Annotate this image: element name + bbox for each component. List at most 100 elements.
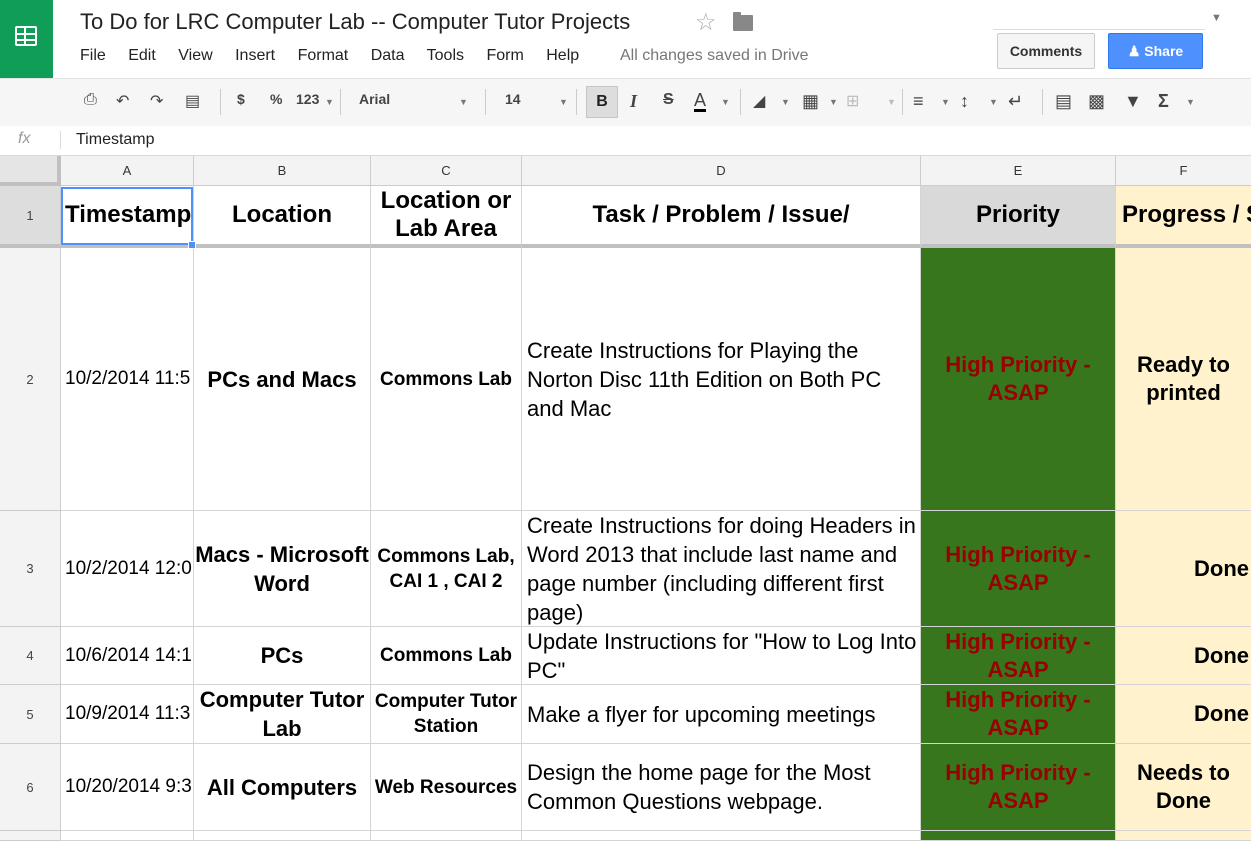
wrap-text-icon[interactable]: ↵ [1008,91,1023,112]
cell-empty[interactable] [194,831,371,841]
sheets-logo[interactable] [0,0,53,78]
header-priority[interactable]: Priority [921,186,1116,248]
italic-button[interactable]: I [630,91,637,112]
document-title[interactable]: To Do for LRC Computer Lab -- Computer T… [80,9,630,35]
more-formats-button[interactable]: 123 [296,91,319,107]
cell-area[interactable]: Commons Lab, CAI 1 , CAI 2 [371,511,522,627]
paint-format-icon[interactable]: ▤ [185,91,200,111]
row-header-7[interactable] [0,831,61,841]
row-header-3[interactable]: 3 [0,511,61,627]
cell-timestamp[interactable]: 10/2/2014 11:5 [61,248,194,511]
cell-priority[interactable]: High Priority - ASAP [921,685,1116,744]
header-progress[interactable]: Progress / S [1116,186,1251,248]
cell-location[interactable]: All Computers [194,744,371,831]
cell-progress[interactable]: Done [1116,627,1251,685]
row-header-5[interactable]: 5 [0,685,61,744]
cell-priority[interactable]: High Priority - ASAP [921,248,1116,511]
header-area[interactable]: Location or Lab Area [371,186,522,248]
cell-task[interactable]: Design the home page for the Most Common… [522,744,921,831]
cell-task[interactable]: Make a flyer for upcoming meetings [522,685,921,744]
cell-progress[interactable]: Done [1116,511,1251,627]
cell-priority[interactable]: High Priority - ASAP [921,627,1116,685]
cell-location[interactable]: PCs and Macs [194,248,371,511]
font-family-select[interactable]: Arial [359,91,390,107]
menu-form[interactable]: Form [486,47,523,64]
cell-area[interactable]: Computer Tutor Station [371,685,522,744]
header-location[interactable]: Location [194,186,371,248]
cell-empty[interactable] [371,831,522,841]
share-button[interactable]: ♟ Share [1108,33,1203,69]
borders-icon[interactable]: ▦ [802,91,819,112]
functions-icon[interactable]: Σ [1158,91,1169,112]
cell-task[interactable]: Create Instructions for doing Headers in… [522,511,921,627]
cell-location[interactable]: PCs [194,627,371,685]
menu-data[interactable]: Data [371,47,405,64]
cell-priority[interactable]: High Priority - ASAP [921,744,1116,831]
chart-icon[interactable]: ▩ [1088,91,1105,112]
chevron-down-icon[interactable]: ▼ [1186,97,1195,107]
strikethrough-button[interactable]: S [663,91,674,109]
align-icon[interactable]: ≡ [913,91,924,112]
column-header-f[interactable]: F [1116,156,1251,186]
chevron-down-icon[interactable]: ▼ [559,97,568,107]
cell-task[interactable]: Update Instructions for "How to Log Into… [522,627,921,685]
folder-icon[interactable] [733,12,753,31]
bold-button[interactable]: B [586,86,618,118]
cell-area[interactable]: Web Resources [371,744,522,831]
cell-progress[interactable]: Ready to printed [1116,248,1251,511]
fill-handle[interactable] [188,241,196,249]
cell-timestamp[interactable]: 10/2/2014 12:0 [61,511,194,627]
chevron-down-icon[interactable]: ▼ [721,97,730,107]
select-all-corner[interactable] [0,156,61,186]
comment-icon[interactable]: ▤ [1055,91,1072,112]
column-header-b[interactable]: B [194,156,371,186]
comments-button[interactable]: Comments [997,33,1095,69]
menu-tools[interactable]: Tools [427,47,464,64]
currency-format-button[interactable]: $ [237,91,245,107]
cell-empty[interactable] [1116,831,1251,841]
chevron-down-icon[interactable]: ▼ [829,97,838,107]
cell-empty[interactable] [522,831,921,841]
font-size-select[interactable]: 14 [505,91,521,107]
chevron-down-icon[interactable]: ▼ [459,97,468,107]
menu-insert[interactable]: Insert [235,47,275,64]
star-icon[interactable]: ☆ [695,8,717,37]
menu-file[interactable]: File [80,47,106,64]
menu-view[interactable]: View [178,47,212,64]
row-header-4[interactable]: 4 [0,627,61,685]
menu-format[interactable]: Format [298,47,349,64]
chevron-down-icon[interactable]: ▼ [989,97,998,107]
row-header-1[interactable]: 1 [0,186,61,248]
cell-timestamp[interactable]: 10/6/2014 14:1 [61,627,194,685]
cell-priority[interactable]: High Priority - ASAP [921,511,1116,627]
row-header-6[interactable]: 6 [0,744,61,831]
save-status[interactable]: All changes saved in Drive [620,47,809,65]
cell-empty[interactable] [61,831,194,841]
account-chevron-down-icon[interactable]: ▼ [1211,12,1222,24]
undo-icon[interactable]: ↶ [116,91,129,111]
column-header-a[interactable]: A [61,156,194,186]
menu-edit[interactable]: Edit [128,47,156,64]
percent-format-button[interactable]: % [270,91,282,107]
print-icon[interactable]: ⎙ [84,91,97,109]
text-color-button[interactable]: A [694,91,707,112]
fill-color-icon[interactable]: ◢ [753,91,765,111]
chevron-down-icon[interactable]: ▼ [325,97,334,107]
cell-timestamp[interactable]: 10/20/2014 9:3 [61,744,194,831]
cell-progress[interactable]: Done [1116,685,1251,744]
column-header-c[interactable]: C [371,156,522,186]
menu-help[interactable]: Help [546,47,579,64]
cell-timestamp[interactable]: 10/9/2014 11:3 [61,685,194,744]
formula-input[interactable]: Timestamp [76,131,155,149]
filter-icon[interactable]: ▼ [1124,91,1142,112]
chevron-down-icon[interactable]: ▼ [941,97,950,107]
header-task[interactable]: Task / Problem / Issue/ [522,186,921,248]
column-header-e[interactable]: E [921,156,1116,186]
cell-progress[interactable]: Needs to Done [1116,744,1251,831]
cell-task[interactable]: Create Instructions for Playing the Nort… [522,248,921,511]
merge-cells-icon[interactable]: ⊞ [846,91,859,111]
column-header-d[interactable]: D [522,156,921,186]
cell-empty[interactable] [921,831,1116,841]
cell-location[interactable]: Computer Tutor Lab [194,685,371,744]
cell-location[interactable]: Macs - Microsoft Word [194,511,371,627]
